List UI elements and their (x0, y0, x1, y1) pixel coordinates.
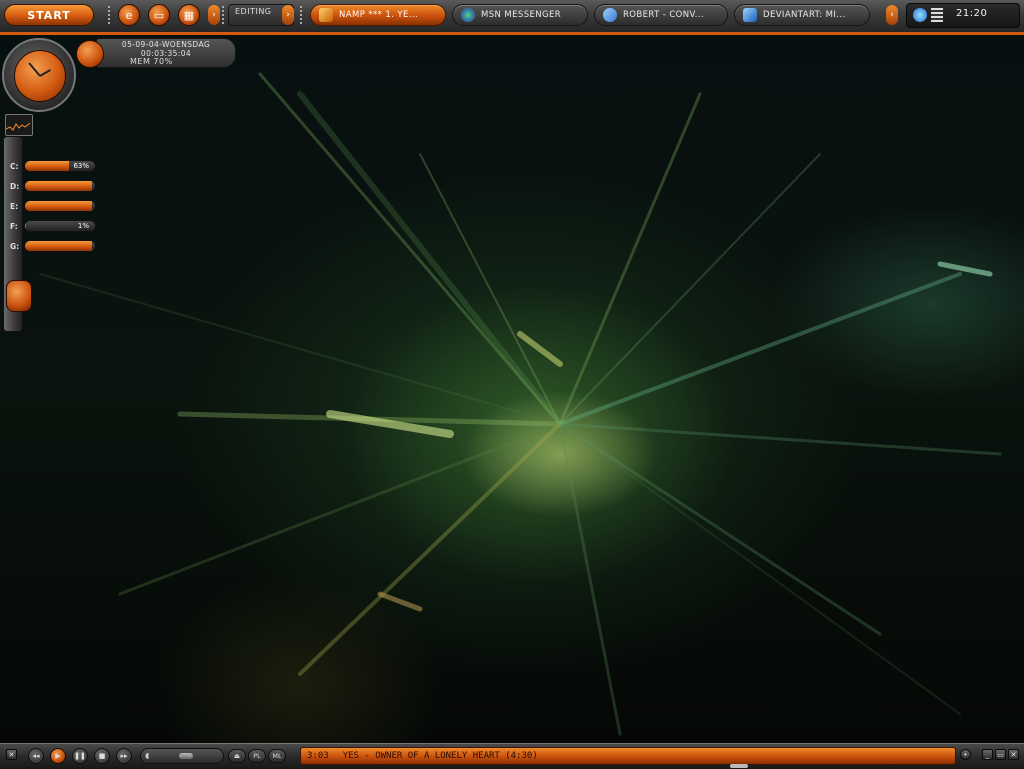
next-track-icon[interactable]: ▸▸ (116, 748, 132, 764)
task-button-deviantart[interactable]: DEVIANTART: MI... (734, 4, 870, 26)
task-button-msn[interactable]: MSN MESSENGER (452, 4, 588, 26)
drive-usage-value: 1% (77, 222, 89, 230)
drive-usage-bar (24, 200, 96, 212)
task-label: NAMP *** 1. YE... (339, 10, 419, 20)
media-player-bar: ✕ ◂◂ ▶ ❚❚ ■ ▸▸ ◖ ⏏ PL ML 3:03 YES - OWNE… (0, 743, 1024, 769)
taskbar-separator (108, 6, 110, 24)
network-users-icon[interactable] (913, 8, 927, 22)
task-button-conversation[interactable]: ROBERT - CONV... (594, 4, 728, 26)
taskbar: START e ▭ ▦ › EDITING › NAMP *** 1. YE..… (0, 0, 1024, 35)
drive-usage-bar: 1% (24, 220, 96, 232)
cpu-graph (5, 114, 33, 136)
volume-knob[interactable] (179, 753, 193, 759)
drive-usage-bar: 63% (24, 160, 96, 172)
pause-icon[interactable]: ❚❚ (72, 748, 88, 764)
drive-usage-fill (25, 221, 26, 231)
recycle-bin-icon[interactable] (6, 280, 32, 312)
shade-icon[interactable]: ▭ (995, 749, 1006, 760)
tray-collapse-arrow-icon[interactable]: ‹ (886, 5, 898, 25)
drive-row[interactable]: E: (6, 200, 96, 214)
media-library-toggle-label: ML (272, 752, 282, 760)
system-monitor-widget: 05-09-04-WOENSDAG 00:03:35:04 MEM 70% C:… (0, 36, 240, 336)
toolbar-editing-label: EDITING (235, 7, 272, 16)
start-button[interactable]: START (4, 4, 94, 26)
hour-hand (39, 69, 51, 77)
elapsed-time: 3:03 (307, 751, 329, 761)
task-label: DEVIANTART: MI... (763, 10, 846, 20)
drive-usage-bar (24, 180, 96, 192)
drive-row[interactable]: G: (6, 240, 96, 254)
drive-letter: G: (10, 242, 20, 251)
task-button-winamp[interactable]: NAMP *** 1. YE... (310, 4, 446, 26)
drive-usage-value: 63% (73, 162, 89, 170)
task-label: ROBERT - CONV... (623, 10, 704, 20)
previous-track-icon[interactable]: ◂◂ (28, 748, 44, 764)
memory-usage: MEM 70% (130, 57, 173, 66)
drive-row[interactable]: D: (6, 180, 96, 194)
now-playing-display[interactable]: 3:03 YES - OWNER OF A LONELY HEART (4:30… (300, 747, 956, 765)
drive-letter: D: (10, 182, 20, 191)
toolbar-editing-arrow-icon[interactable]: › (282, 5, 294, 25)
close-icon[interactable]: ✕ (1008, 749, 1019, 760)
playlist-toggle[interactable]: PL (248, 749, 266, 763)
seek-handle[interactable] (730, 764, 748, 768)
ie-icon (743, 8, 757, 22)
quicklaunch-desktop-icon[interactable]: ▭ (148, 4, 170, 26)
date-text: 05-09-04-WOENSDAG (121, 40, 211, 49)
taskbar-clock[interactable]: 21:20 (956, 8, 987, 19)
taskbar-separator (300, 6, 302, 24)
player-options-icon[interactable]: • (960, 749, 971, 760)
start-button-label: START (27, 8, 71, 22)
speaker-icon: ◖ (145, 751, 150, 760)
drive-usage-fill (25, 161, 70, 171)
quicklaunch-ie-icon[interactable]: e (118, 4, 140, 26)
volume-slider[interactable]: ◖ (140, 748, 224, 764)
drive-letter: F: (10, 222, 18, 231)
task-label: MSN MESSENGER (481, 10, 562, 20)
media-library-toggle[interactable]: ML (268, 749, 286, 763)
drive-letter: E: (10, 202, 19, 211)
playlist-toggle-label: PL (253, 752, 261, 760)
eject-icon[interactable]: ⏏ (228, 749, 246, 763)
play-icon[interactable]: ▶ (50, 748, 66, 764)
drive-usage-bar (24, 240, 96, 252)
drive-usage-fill (25, 181, 92, 191)
drive-usage-fill (25, 201, 92, 211)
track-title: YES - OWNER OF A LONELY HEART (4:30) (342, 751, 538, 761)
player-close-icon[interactable]: ✕ (6, 749, 17, 760)
stop-icon[interactable]: ■ (94, 748, 110, 764)
minimize-icon[interactable]: _ (982, 749, 993, 760)
msn-icon (461, 8, 475, 22)
drive-usage-fill (25, 241, 92, 251)
winamp-icon (319, 8, 333, 22)
quicklaunch-expand-arrow-icon[interactable]: › (208, 5, 220, 25)
cpu-dial-icon (76, 40, 104, 68)
taskbar-separator (222, 6, 224, 24)
quicklaunch-explorer-icon[interactable]: ▦ (178, 4, 200, 26)
clock-face (14, 50, 66, 102)
drive-letter: C: (10, 162, 19, 171)
clock-dial (2, 38, 76, 112)
drive-row[interactable]: C: 63% (6, 160, 96, 174)
chat-icon (603, 8, 617, 22)
cpu-graph-line (5, 122, 31, 131)
volume-meter-icon[interactable] (931, 8, 943, 22)
drive-row[interactable]: F: 1% (6, 220, 96, 234)
